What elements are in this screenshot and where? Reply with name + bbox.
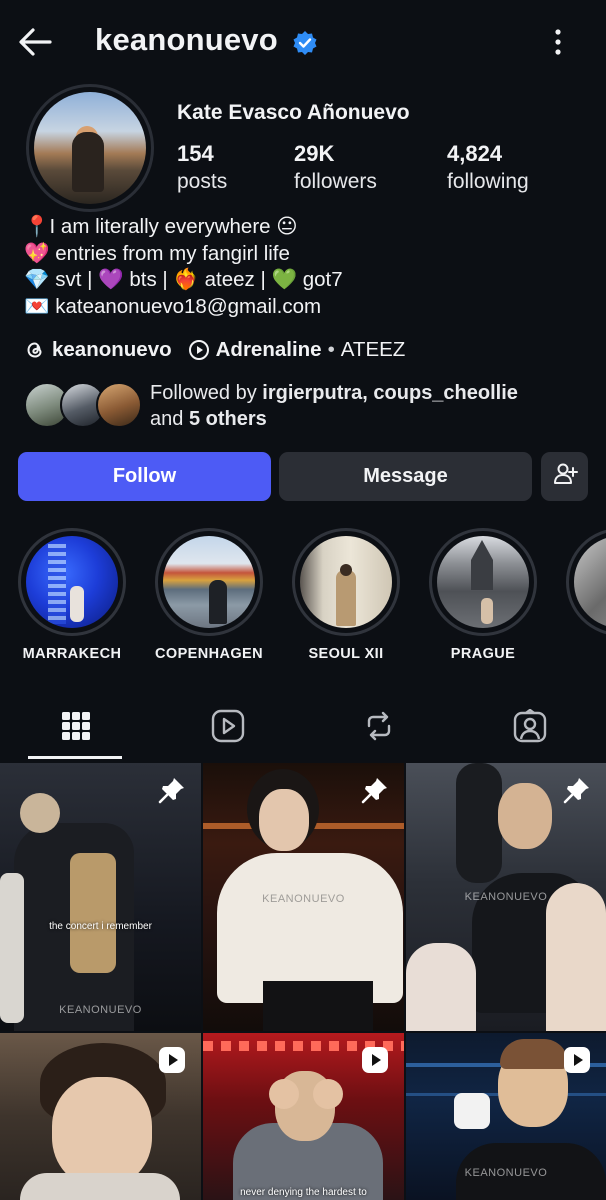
story-highlights: MARRAKECH COPENHAGEN SEOUL XII PRAGUE LO [0,528,606,668]
pin-icon [562,775,592,805]
profile-links: keanonuevo Adrenaline • ATEEZ [24,337,405,363]
back-arrow-icon[interactable] [16,24,56,60]
stat-followers[interactable]: 29K followers [294,140,377,196]
music-separator: • [327,338,335,361]
profile-tabs [0,692,606,760]
post-caption: the concert i remember [49,921,152,932]
profile-username: keanonuevo [95,22,278,57]
post-tile[interactable]: KEANONUEVO [406,763,606,1031]
followed-by[interactable]: Followed by irgierputra, coups_cheollie … [24,380,594,434]
post-tile[interactable]: KEANONUEVO [203,763,404,1031]
stat-following[interactable]: 4,824 following [447,140,529,196]
posts-grid: the concert i remember KEANONUEVO KEANON… [0,763,606,1200]
highlight-cover [163,536,255,628]
highlight-partial[interactable]: LO [564,528,606,662]
reels-icon [211,709,245,748]
message-button[interactable]: Message [279,452,532,501]
highlight-copenhagen[interactable]: COPENHAGEN [153,528,265,662]
highlight-seoul-xii[interactable]: SEOUL XII [290,528,402,662]
follow-button[interactable]: Follow [18,452,271,501]
bio-line: 📍I am literally everywhere 😐 [24,215,298,238]
tab-posts[interactable] [16,704,136,752]
post-tile[interactable]: KEANONUEVO [406,1033,606,1200]
stat-value: 4,824 [447,141,503,166]
highlight-label: LO [564,646,606,662]
highlight-cover [300,536,392,628]
reel-icon [562,1045,592,1075]
highlight-label: SEOUL XII [308,646,384,662]
profile-bio: 📍I am literally everywhere 😐 💖 entries f… [24,214,584,320]
pin-icon [157,775,187,805]
highlight-cover [26,536,118,628]
followed-by-text: Followed by irgierputra, coups_cheollie … [150,380,518,432]
post-caption: never denying the hardest to [240,1187,367,1198]
post-tile[interactable]: the concert i remember KEANONUEVO [0,763,201,1031]
post-watermark: KEANONUEVO [464,891,548,903]
post-tile[interactable] [0,1033,201,1200]
display-name: Kate Evasco Añonuevo [177,101,410,124]
play-circle-icon [188,339,210,361]
post-watermark: KEANONUEVO [59,1004,142,1016]
stat-label: posts [177,170,228,193]
profile-avatar[interactable] [26,84,154,212]
stat-value: 154 [177,141,214,166]
followed-by-prefix: Followed by [150,382,257,404]
bio-line: 💖 entries from my fangirl life [24,241,290,265]
stat-label: followers [294,170,377,193]
add-person-icon [552,461,578,493]
reposts-icon [363,710,395,747]
tagged-icon [513,708,547,748]
threads-handle-link[interactable]: keanonuevo [52,338,172,362]
reel-icon [360,1045,390,1075]
tab-reels[interactable] [168,704,288,752]
stat-posts: 154 posts [177,140,227,196]
followed-by-and: and [150,408,184,430]
highlight-cover [574,536,606,628]
reel-icon [157,1045,187,1075]
followed-by-names[interactable]: irgierputra, coups_cheollie [262,382,518,404]
highlight-cover [437,536,529,628]
music-artist: ATEEZ [340,338,406,361]
verified-badge-icon [292,30,318,56]
bio-email[interactable]: 💌 kateanonuevo18@gmail.com [24,294,584,321]
highlight-label: COPENHAGEN [155,646,263,662]
mutual-avatars [24,382,144,430]
highlight-prague[interactable]: PRAGUE [427,528,539,662]
suggested-users-button[interactable] [541,452,588,501]
music-song-link[interactable]: Adrenaline [216,338,322,362]
bio-line: 💎 svt | 💜 bts | ❤️‍🔥 ateez | 💚 got7 [24,268,343,291]
grid-icon [61,711,91,746]
post-watermark: KEANONUEVO [262,893,345,905]
threads-icon [24,339,46,361]
top-bar: keanonuevo [0,0,606,84]
followed-by-others[interactable]: 5 others [189,408,267,430]
highlight-label: MARRAKECH [22,646,122,662]
post-tile[interactable]: never denying the hardest to [203,1033,404,1200]
avatar [96,382,142,428]
stat-label: following [447,170,529,193]
highlight-marrakech[interactable]: MARRAKECH [16,528,128,662]
tab-tagged[interactable] [470,704,590,752]
tab-reposts[interactable] [319,704,439,752]
pin-icon [360,775,390,805]
highlight-label: PRAGUE [450,646,516,662]
more-vertical-icon[interactable] [548,26,568,58]
avatar-image [34,92,146,204]
post-watermark: KEANONUEVO [464,1167,548,1179]
stat-value: 29K [294,141,335,166]
active-tab-indicator [28,756,122,759]
